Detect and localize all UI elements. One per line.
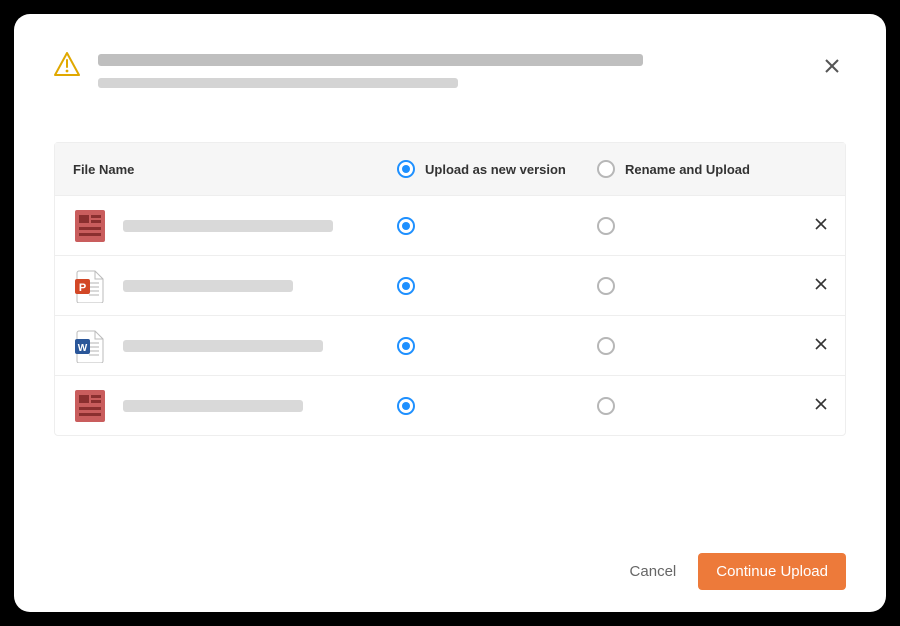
radio-rename[interactable] <box>597 337 615 355</box>
radio-new-version[interactable] <box>397 277 415 295</box>
radio-all-new-version[interactable] <box>397 160 415 178</box>
dialog-message-line-1 <box>98 54 643 66</box>
col-header-rename-upload[interactable]: Rename and Upload <box>597 160 797 178</box>
radio-new-version[interactable] <box>397 337 415 355</box>
file-name-placeholder <box>123 340 323 352</box>
file-cell <box>55 389 397 423</box>
row-option-new-version[interactable] <box>397 217 597 235</box>
remove-row-button[interactable] <box>815 337 827 355</box>
row-option-rename[interactable] <box>597 277 797 295</box>
continue-upload-button[interactable]: Continue Upload <box>698 553 846 590</box>
radio-new-version[interactable] <box>397 217 415 235</box>
remove-icon <box>815 338 827 350</box>
upload-conflict-dialog: File Name Upload as new version Rename a… <box>14 14 886 612</box>
radio-rename[interactable] <box>597 397 615 415</box>
dialog-header <box>54 52 846 100</box>
file-conflict-table: File Name Upload as new version Rename a… <box>54 142 846 436</box>
row-option-rename[interactable] <box>597 217 797 235</box>
dialog-message-line-2 <box>98 78 458 88</box>
col-header-new-version-label: Upload as new version <box>425 162 566 177</box>
remove-icon <box>815 218 827 230</box>
file-name-placeholder <box>123 280 293 292</box>
row-option-rename[interactable] <box>597 397 797 415</box>
file-cell: P <box>55 269 397 303</box>
word-doc-icon: W <box>73 329 107 363</box>
cancel-button[interactable]: Cancel <box>630 563 677 580</box>
file-cell: W <box>55 329 397 363</box>
radio-new-version[interactable] <box>397 397 415 415</box>
radio-rename[interactable] <box>597 277 615 295</box>
table-header-row: File Name Upload as new version Rename a… <box>55 143 845 195</box>
row-option-new-version[interactable] <box>397 337 597 355</box>
remove-row-button[interactable] <box>815 217 827 235</box>
remove-icon <box>815 398 827 410</box>
close-icon <box>825 59 839 73</box>
table-row: W <box>55 315 845 375</box>
writer-doc-icon <box>73 389 107 423</box>
svg-text:W: W <box>78 343 88 354</box>
writer-doc-icon <box>73 209 107 243</box>
table-row <box>55 375 845 435</box>
warning-icon <box>54 52 80 81</box>
row-option-new-version[interactable] <box>397 397 597 415</box>
file-name-placeholder <box>123 400 303 412</box>
col-header-file-name: File Name <box>55 162 397 177</box>
remove-row-button[interactable] <box>815 397 827 415</box>
close-button[interactable] <box>818 52 846 80</box>
table-row <box>55 195 845 255</box>
dialog-message <box>98 52 806 100</box>
svg-text:P: P <box>79 282 86 294</box>
dialog-footer: Cancel Continue Upload <box>630 553 846 590</box>
remove-icon <box>815 278 827 290</box>
remove-row-button[interactable] <box>815 277 827 295</box>
powerpoint-doc-icon: P <box>73 269 107 303</box>
file-name-placeholder <box>123 220 333 232</box>
col-header-rename-label: Rename and Upload <box>625 162 750 177</box>
col-header-upload-new-version[interactable]: Upload as new version <box>397 160 597 178</box>
row-option-rename[interactable] <box>597 337 797 355</box>
table-row: P <box>55 255 845 315</box>
row-option-new-version[interactable] <box>397 277 597 295</box>
radio-rename[interactable] <box>597 217 615 235</box>
file-cell <box>55 209 397 243</box>
radio-all-rename[interactable] <box>597 160 615 178</box>
